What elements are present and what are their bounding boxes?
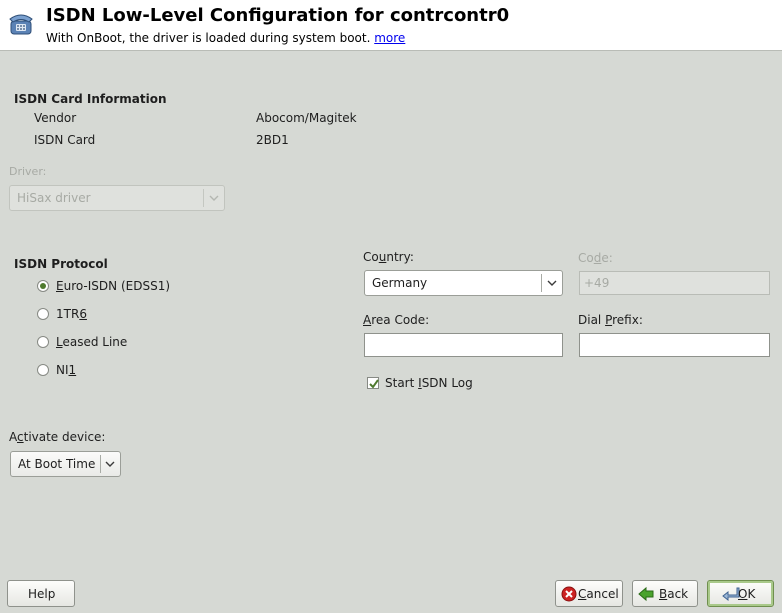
ok-enter-icon bbox=[722, 586, 740, 602]
radio-leased-line-label[interactable]: Leased Line bbox=[56, 335, 127, 349]
card-label: ISDN Card bbox=[34, 133, 96, 147]
isdn-log-checkbox[interactable] bbox=[367, 377, 379, 389]
help-button[interactable]: Help bbox=[7, 580, 75, 607]
subtitle-text: With OnBoot, the driver is loaded during… bbox=[46, 31, 371, 45]
page-subtitle: With OnBoot, the driver is loaded during… bbox=[46, 31, 405, 45]
page-title: ISDN Low-Level Configuration for contrco… bbox=[46, 5, 510, 26]
radio-ni1-label[interactable]: NI1 bbox=[56, 363, 76, 377]
chevron-down-icon bbox=[206, 190, 222, 206]
card-value: 2BD1 bbox=[256, 133, 289, 147]
code-label: Code: bbox=[578, 251, 613, 265]
radio-ni1[interactable] bbox=[37, 364, 49, 376]
radio-1tr6[interactable] bbox=[37, 308, 49, 320]
dialog-header: ISDN Low-Level Configuration for contrco… bbox=[0, 0, 782, 51]
driver-value: HiSax driver bbox=[17, 191, 91, 205]
activate-device-combobox[interactable]: At Boot Time bbox=[10, 451, 121, 477]
cancel-button[interactable]: Cancel bbox=[555, 580, 623, 607]
radio-1tr6-label[interactable]: 1TR6 bbox=[56, 307, 87, 321]
back-arrow-icon bbox=[638, 586, 654, 602]
code-field[interactable]: +49 bbox=[579, 271, 770, 295]
activate-value: At Boot Time bbox=[18, 457, 96, 471]
chevron-down-icon bbox=[544, 275, 560, 291]
back-button[interactable]: Back bbox=[632, 580, 698, 607]
vendor-label: Vendor bbox=[34, 111, 77, 125]
activate-label: Activate device: bbox=[9, 430, 106, 444]
chevron-down-icon bbox=[102, 456, 118, 472]
protocol-title: ISDN Protocol bbox=[14, 257, 108, 271]
country-combobox[interactable]: Germany bbox=[364, 270, 563, 296]
telephone-icon bbox=[8, 12, 34, 36]
radio-leased-line[interactable] bbox=[37, 336, 49, 348]
card-info-title: ISDN Card Information bbox=[14, 92, 167, 106]
cancel-icon bbox=[561, 586, 577, 602]
driver-label: Driver: bbox=[9, 165, 47, 178]
radio-euro-isdn-label[interactable]: Euro-ISDN (EDSS1) bbox=[56, 279, 170, 293]
checkmark-icon bbox=[369, 379, 379, 389]
area-code-field[interactable] bbox=[364, 333, 563, 357]
area-code-label: Area Code: bbox=[363, 313, 430, 327]
country-value: Germany bbox=[372, 276, 428, 290]
isdn-log-label[interactable]: Start ISDN Log bbox=[385, 376, 473, 390]
vendor-value: Abocom/Magitek bbox=[256, 111, 357, 125]
driver-combobox[interactable]: HiSax driver bbox=[9, 185, 225, 211]
ok-button[interactable]: OK bbox=[707, 580, 774, 607]
radio-euro-isdn[interactable] bbox=[37, 280, 49, 292]
dial-prefix-field[interactable] bbox=[579, 333, 770, 357]
dial-prefix-label: Dial Prefix: bbox=[578, 313, 643, 327]
country-label: Country: bbox=[363, 250, 414, 264]
more-link[interactable]: more bbox=[374, 31, 405, 45]
